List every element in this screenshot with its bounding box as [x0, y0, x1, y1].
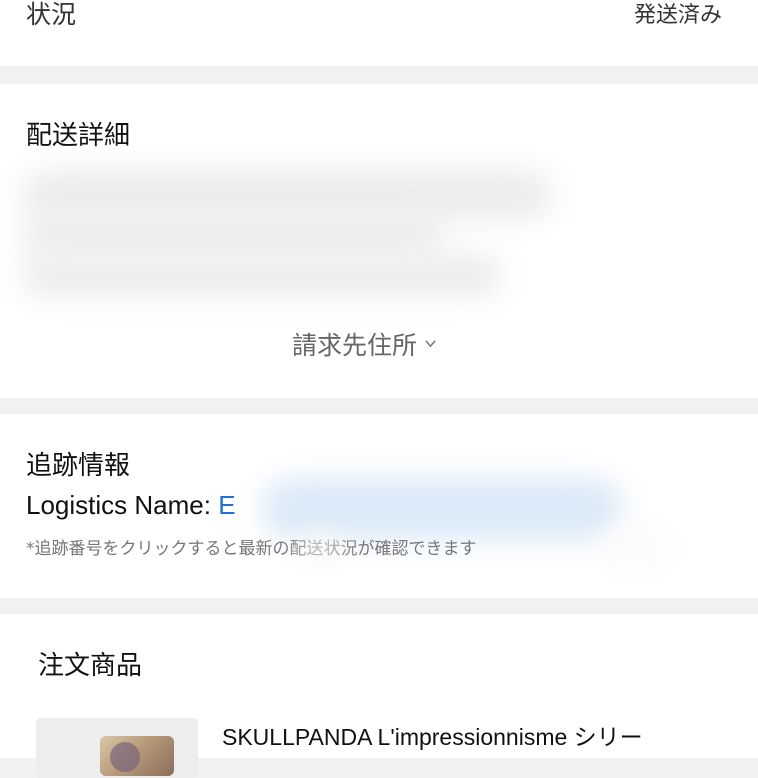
items-section-title: 注文商品 — [38, 651, 143, 681]
tracking-number-link[interactable]: E — [218, 490, 235, 520]
product-thumbnail[interactable] — [36, 718, 198, 778]
redacted-note — [300, 536, 342, 562]
product-title[interactable]: SKULLPANDA L'impressionnisme シリー — [222, 722, 643, 752]
shipping-section-title: 配送詳細 — [26, 121, 131, 151]
redacted-note — [600, 528, 670, 566]
redacted-address — [22, 170, 552, 220]
billing-address-label: 請求先住所 — [292, 331, 418, 360]
chevron-down-icon — [425, 339, 436, 347]
product-image — [100, 736, 174, 776]
status-card: 状況 発送済み — [0, 0, 758, 66]
tracking-note: *追跡番号をクリックすると最新の配送状況が確認できます — [26, 539, 477, 559]
redacted-tracking-number — [262, 478, 622, 540]
redacted-address — [22, 214, 442, 256]
billing-address-toggle[interactable]: 請求先住所 — [292, 330, 436, 362]
logistics-label: Logistics Name: — [26, 490, 219, 520]
status-label: 状況 — [26, 0, 77, 29]
tracking-section-title: 追跡情報 — [26, 451, 131, 481]
logistics-row: Logistics Name: E — [26, 489, 236, 521]
status-value: 発送済み — [633, 3, 722, 28]
redacted-address — [22, 254, 502, 296]
